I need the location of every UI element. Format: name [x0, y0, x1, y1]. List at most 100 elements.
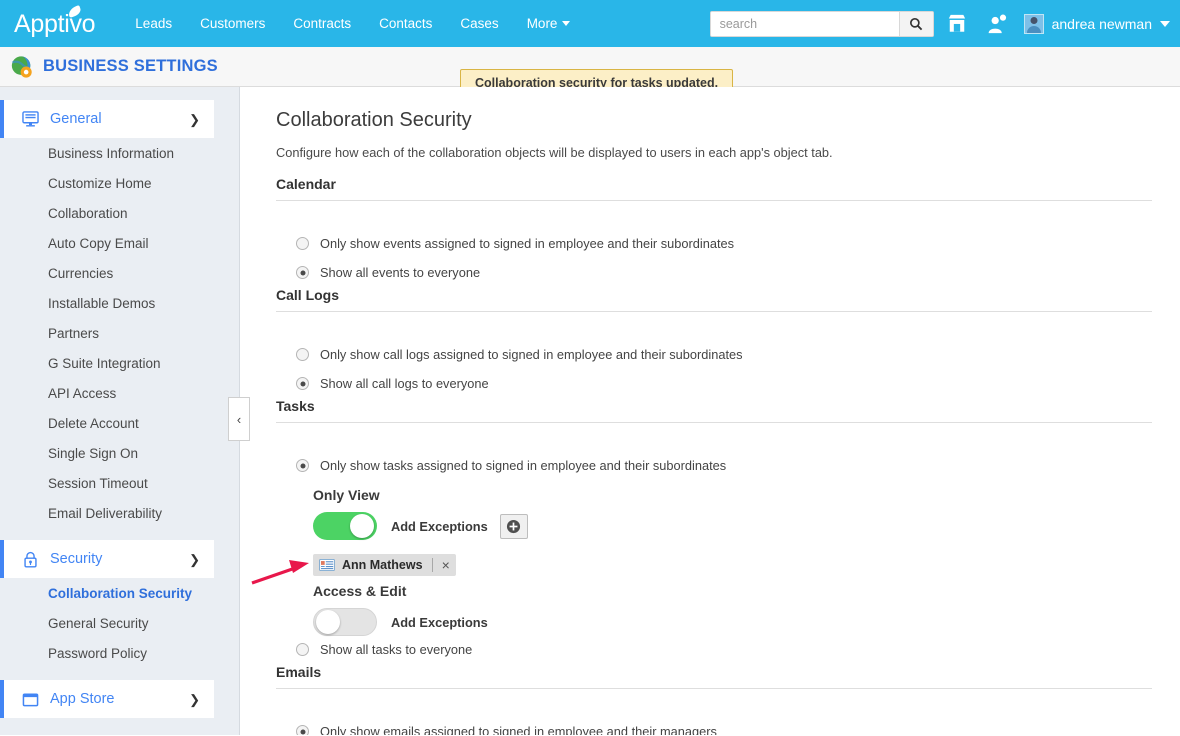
- tasks-option-subordinates[interactable]: Only show tasks assigned to signed in em…: [276, 451, 1152, 480]
- nav-link-contracts[interactable]: Contracts: [279, 10, 365, 37]
- chevron-down-icon: [1160, 20, 1170, 27]
- exception-chip-ann-mathews[interactable]: Ann Mathews ×: [313, 554, 456, 576]
- add-exceptions-label: Add Exceptions: [391, 614, 488, 630]
- sidebar-item-currencies[interactable]: Currencies: [0, 258, 239, 288]
- sidebar-collapse-handle[interactable]: ‹: [228, 397, 250, 441]
- only-view-toggle[interactable]: [313, 512, 377, 540]
- nav-link-more[interactable]: More: [513, 10, 585, 37]
- access-edit-heading: Access & Edit: [313, 583, 407, 599]
- contact-card-icon: [319, 559, 335, 571]
- section-heading-tasks: Tasks: [276, 398, 1152, 423]
- sidebar-group-label: Security: [50, 551, 103, 567]
- monitor-icon: [20, 111, 40, 127]
- radio-button-selected[interactable]: [296, 377, 309, 390]
- sidebar-item-delete-account[interactable]: Delete Account: [0, 408, 239, 438]
- exception-chip-row: Ann Mathews ×: [251, 554, 1152, 585]
- store-icon-button[interactable]: [940, 7, 974, 41]
- sidebar-item-password-policy[interactable]: Password Policy: [0, 638, 239, 668]
- user-name: andrea newman: [1051, 15, 1152, 32]
- page-title-business-settings: BUSINESS SETTINGS: [43, 57, 218, 75]
- only-view-controls: Add Exceptions: [313, 512, 1152, 540]
- chevron-down-icon: ❯: [189, 551, 200, 567]
- lock-icon: [20, 551, 40, 568]
- remove-exception-icon[interactable]: ×: [431, 558, 450, 572]
- option-label: Show all tasks to everyone: [320, 642, 473, 657]
- calendar-option-subordinates[interactable]: Only show events assigned to signed in e…: [276, 229, 1152, 258]
- radio-button[interactable]: [296, 643, 309, 656]
- nav-link-customers[interactable]: Customers: [186, 10, 279, 37]
- sidebar-item-business-information[interactable]: Business Information: [0, 138, 239, 168]
- only-view-heading: Only View: [313, 487, 380, 503]
- avatar: [1023, 13, 1044, 34]
- call-logs-option-everyone[interactable]: Show all call logs to everyone: [276, 369, 1152, 398]
- globe-settings-icon: [10, 55, 34, 79]
- section-heading-call-logs: Call Logs: [276, 287, 1152, 312]
- radio-button-selected[interactable]: [296, 266, 309, 279]
- global-search: [709, 10, 934, 37]
- add-user-icon-button[interactable]: [980, 7, 1014, 41]
- sidebar-item-installable-demos[interactable]: Installable Demos: [0, 288, 239, 318]
- user-menu[interactable]: andrea newman: [1023, 13, 1170, 34]
- option-label: Only show call logs assigned to signed i…: [320, 347, 743, 362]
- sidebar-item-partners[interactable]: Partners: [0, 318, 239, 348]
- sidebar-item-email-deliverability[interactable]: Email Deliverability: [0, 498, 239, 528]
- sidebar-group-app-store[interactable]: App Store ❯: [0, 680, 214, 718]
- main-content: Collaboration Security Configure how eac…: [240, 87, 1180, 735]
- nav-right-cluster: andrea newman: [709, 7, 1170, 41]
- tasks-option-everyone[interactable]: Show all tasks to everyone: [276, 642, 1152, 664]
- logo-text: Apptivo: [14, 10, 96, 38]
- calendar-option-everyone[interactable]: Show all events to everyone: [276, 258, 1152, 287]
- search-button[interactable]: [898, 11, 933, 36]
- exception-chip-name: Ann Mathews: [342, 558, 423, 572]
- sidebar-item-g-suite-integration[interactable]: G Suite Integration: [0, 348, 239, 378]
- search-icon: [910, 17, 923, 30]
- radio-button[interactable]: [296, 348, 309, 361]
- tasks-access-edit-block: Access & Edit Add Exceptions: [276, 583, 1152, 636]
- page-subtitle: Configure how each of the collaboration …: [276, 145, 833, 160]
- sidebar-group-general[interactable]: General ❯: [0, 100, 214, 138]
- emails-option-managers[interactable]: Only show emails assigned to signed in e…: [276, 717, 1152, 735]
- option-label: Only show tasks assigned to signed in em…: [320, 458, 727, 473]
- option-label: Only show events assigned to signed in e…: [320, 236, 735, 251]
- add-exception-button[interactable]: [499, 513, 528, 539]
- plus-circle-icon: [507, 519, 521, 533]
- sidebar-item-session-timeout[interactable]: Session Timeout: [0, 468, 239, 498]
- radio-button[interactable]: [296, 237, 309, 250]
- nav-link-contacts[interactable]: Contacts: [365, 10, 446, 37]
- sidebar-group-security[interactable]: Security ❯: [0, 540, 214, 578]
- page-body: General ❯ Business Information Customize…: [0, 87, 1180, 735]
- option-label: Only show emails assigned to signed in e…: [320, 724, 717, 735]
- sidebar-item-general-security[interactable]: General Security: [0, 608, 239, 638]
- radio-button-selected[interactable]: [296, 459, 309, 472]
- chevron-left-icon: ‹: [236, 411, 242, 427]
- top-navigation-bar: Apptivo Leads Customers Contracts Contac…: [0, 0, 1180, 47]
- nav-link-cases[interactable]: Cases: [446, 10, 512, 37]
- box-icon: [20, 691, 40, 707]
- search-input[interactable]: [710, 11, 899, 36]
- sidebar-item-collaboration-security[interactable]: Collaboration Security: [0, 578, 239, 608]
- business-settings-bar: BUSINESS SETTINGS Collaboration security…: [0, 47, 1180, 97]
- sidebar-item-customize-home[interactable]: Customize Home: [0, 168, 239, 198]
- option-label: Show all events to everyone: [320, 265, 481, 280]
- radio-button-selected[interactable]: [296, 725, 309, 735]
- sidebar-item-api-access[interactable]: API Access: [0, 378, 239, 408]
- primary-nav-links: Leads Customers Contracts Contacts Cases…: [121, 10, 584, 37]
- sidebar-item-single-sign-on[interactable]: Single Sign On: [0, 438, 239, 468]
- chevron-right-icon: ❯: [189, 691, 200, 707]
- access-edit-toggle[interactable]: [313, 608, 377, 636]
- apptivo-logo[interactable]: Apptivo: [14, 5, 96, 38]
- chevron-down-icon: [562, 20, 571, 26]
- sidebar-item-collaboration[interactable]: Collaboration: [0, 198, 239, 228]
- add-user-icon: [988, 14, 1006, 33]
- section-heading-emails: Emails: [276, 664, 1152, 689]
- sidebar-group-label: General: [50, 111, 102, 127]
- tasks-only-view-block: Only View Add Exceptions: [276, 487, 1152, 540]
- section-heading-calendar: Calendar: [276, 176, 1152, 201]
- add-exceptions-label: Add Exceptions: [391, 518, 488, 534]
- access-edit-controls: Add Exceptions: [313, 608, 1152, 636]
- sidebar-item-auto-copy-email[interactable]: Auto Copy Email: [0, 228, 239, 258]
- page-title: Collaboration Security: [276, 109, 472, 131]
- call-logs-option-subordinates[interactable]: Only show call logs assigned to signed i…: [276, 340, 1152, 369]
- settings-sidebar: General ❯ Business Information Customize…: [0, 87, 250, 735]
- nav-link-leads[interactable]: Leads: [121, 10, 186, 37]
